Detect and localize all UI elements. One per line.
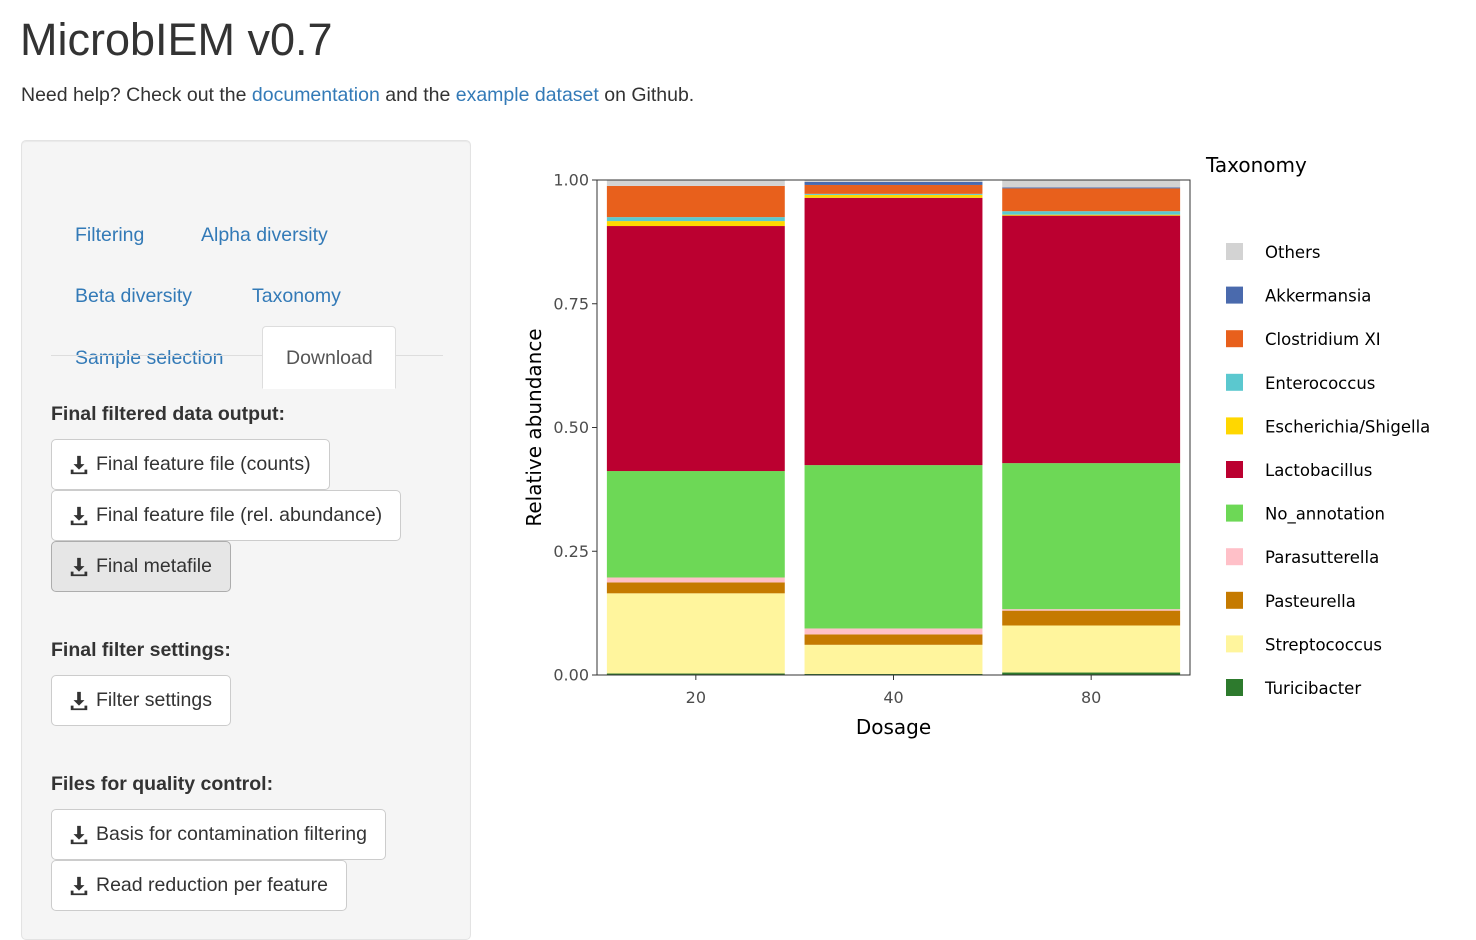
- tab-taxonomy[interactable]: Taxonomy: [252, 283, 341, 309]
- legend-label: Akkermansia: [1265, 287, 1371, 306]
- legend-swatch: [1226, 373, 1243, 391]
- bar-segment: [1002, 625, 1181, 673]
- bar-segment: [1002, 188, 1181, 212]
- legend-swatch: [1226, 504, 1243, 522]
- download-filter-settings-button[interactable]: Filter settings: [51, 675, 231, 726]
- download-contamination-button[interactable]: Basis for contamination filtering: [51, 809, 386, 860]
- bar-segment: [804, 184, 983, 194]
- legend-label: Lactobacillus: [1265, 461, 1372, 480]
- bar-segment: [1002, 463, 1181, 610]
- app-title: MicrobIEM v0.7: [20, 14, 333, 65]
- filter-settings-label: Final filter settings:: [51, 639, 231, 661]
- bar-segment: [804, 644, 983, 675]
- y-tick-label: 0.25: [553, 542, 589, 561]
- legend-swatch: [1226, 286, 1243, 304]
- y-axis-label: Relative abundance: [522, 328, 546, 526]
- legend-swatch: [1226, 461, 1243, 478]
- y-tick-label: 0.00: [553, 666, 589, 685]
- download-metafile-button[interactable]: Final metafile: [51, 541, 231, 592]
- legend-swatch: [1226, 635, 1243, 653]
- legend-label: Parasutterella: [1265, 548, 1379, 567]
- help-line: Need help? Check out the documentation a…: [21, 82, 694, 108]
- bar-segment: [804, 197, 983, 466]
- download-read-reduction-button[interactable]: Read reduction per feature: [51, 860, 347, 911]
- bar-segment: [1002, 609, 1181, 611]
- bar-segment: [606, 221, 785, 227]
- download-counts-button[interactable]: Final feature file (counts): [51, 439, 330, 490]
- legend-label: Enterococcus: [1265, 374, 1375, 393]
- bar-segment: [1002, 215, 1181, 464]
- legend-swatch: [1226, 548, 1243, 566]
- legend-label: Escherichia/Shigella: [1265, 417, 1430, 436]
- x-tick-label: 40: [883, 688, 903, 707]
- tab-alpha-diversity[interactable]: Alpha diversity: [201, 222, 328, 248]
- bar-segment: [606, 582, 785, 594]
- download-icon: [70, 455, 88, 474]
- bar-segment: [606, 226, 785, 472]
- example-dataset-link[interactable]: example dataset: [456, 84, 599, 106]
- download-icon: [70, 506, 88, 525]
- legend-label: Others: [1265, 243, 1320, 262]
- x-tick-label: 80: [1081, 688, 1101, 707]
- download-relabund-label: Final feature file (rel. abundance): [96, 504, 383, 526]
- help-suffix: on Github.: [598, 84, 695, 106]
- tab-beta-diversity[interactable]: Beta diversity: [75, 283, 192, 309]
- legend-label: Turicibacter: [1264, 679, 1361, 698]
- legend-label: Streptococcus: [1265, 635, 1382, 654]
- download-metafile-label: Final metafile: [96, 555, 212, 577]
- bar-segment: [606, 577, 785, 583]
- bar-segment: [606, 185, 785, 218]
- bar-segment: [804, 465, 983, 629]
- x-tick-label: 20: [686, 688, 706, 707]
- y-tick-label: 0.75: [553, 294, 589, 313]
- legend-swatch: [1226, 679, 1243, 696]
- final-output-label: Final filtered data output:: [51, 403, 285, 425]
- quality-control-label: Files for quality control:: [51, 773, 274, 795]
- download-contamination-label: Basis for contamination filtering: [96, 823, 367, 845]
- bar-segment: [606, 180, 785, 186]
- bar-segment: [804, 193, 983, 195]
- download-icon: [70, 876, 88, 895]
- legend-title: Taxonomy: [1205, 153, 1307, 177]
- legend-swatch: [1226, 243, 1243, 260]
- tab-sample-selection[interactable]: Sample selection: [75, 345, 224, 371]
- legend-label: Pasteurella: [1265, 592, 1356, 611]
- download-icon: [70, 825, 88, 844]
- bar-segment: [1002, 180, 1181, 188]
- download-icon: [70, 691, 88, 710]
- bar-segment: [804, 181, 983, 185]
- bar-segment: [606, 471, 785, 578]
- download-counts-label: Final feature file (counts): [96, 453, 311, 475]
- bar-segment: [804, 634, 983, 645]
- y-tick-label: 1.00: [553, 171, 589, 190]
- legend-label: No_annotation: [1265, 505, 1385, 525]
- bar-segment: [606, 593, 785, 674]
- bar-segment: [804, 628, 983, 635]
- taxonomy-chart: 20 40 80 0.00 0.25 0.50 0.75 1.00 Dosage Relative…: [500, 130, 1476, 770]
- taxonomy-stacked-bar-chart: 20 40 80 0.00 0.25 0.50 0.75 1.00 Dosage Relative…: [522, 153, 1430, 739]
- bar-segment: [606, 217, 785, 222]
- bar-segment: [804, 194, 983, 198]
- tab-download[interactable]: Download: [262, 326, 396, 389]
- bar-segment: [1002, 610, 1181, 626]
- help-mid: and the: [379, 84, 456, 106]
- download-read-reduction-label: Read reduction per feature: [96, 874, 328, 896]
- tab-filtering[interactable]: Filtering: [75, 222, 144, 248]
- download-icon: [70, 557, 88, 576]
- bar-segment: [1002, 211, 1181, 215]
- x-axis-label: Dosage: [856, 715, 931, 739]
- documentation-link[interactable]: documentation: [252, 84, 380, 106]
- download-relabund-button[interactable]: Final feature file (rel. abundance): [51, 490, 402, 541]
- legend-swatch: [1226, 330, 1243, 348]
- legend-label: Clostridium XI: [1265, 330, 1381, 349]
- y-tick-label: 0.50: [553, 418, 589, 437]
- tab-bar: Filtering Alpha diversity Beta diversity…: [51, 173, 443, 389]
- download-filter-settings-label: Filter settings: [96, 689, 212, 711]
- bar-segment: [1002, 214, 1181, 216]
- bar-segment: [1002, 187, 1181, 189]
- legend-swatch: [1226, 591, 1243, 609]
- help-prefix: Need help? Check out the: [21, 84, 252, 106]
- sidebar-panel: Filtering Alpha diversity Beta diversity…: [21, 140, 471, 940]
- legend-swatch: [1226, 417, 1243, 435]
